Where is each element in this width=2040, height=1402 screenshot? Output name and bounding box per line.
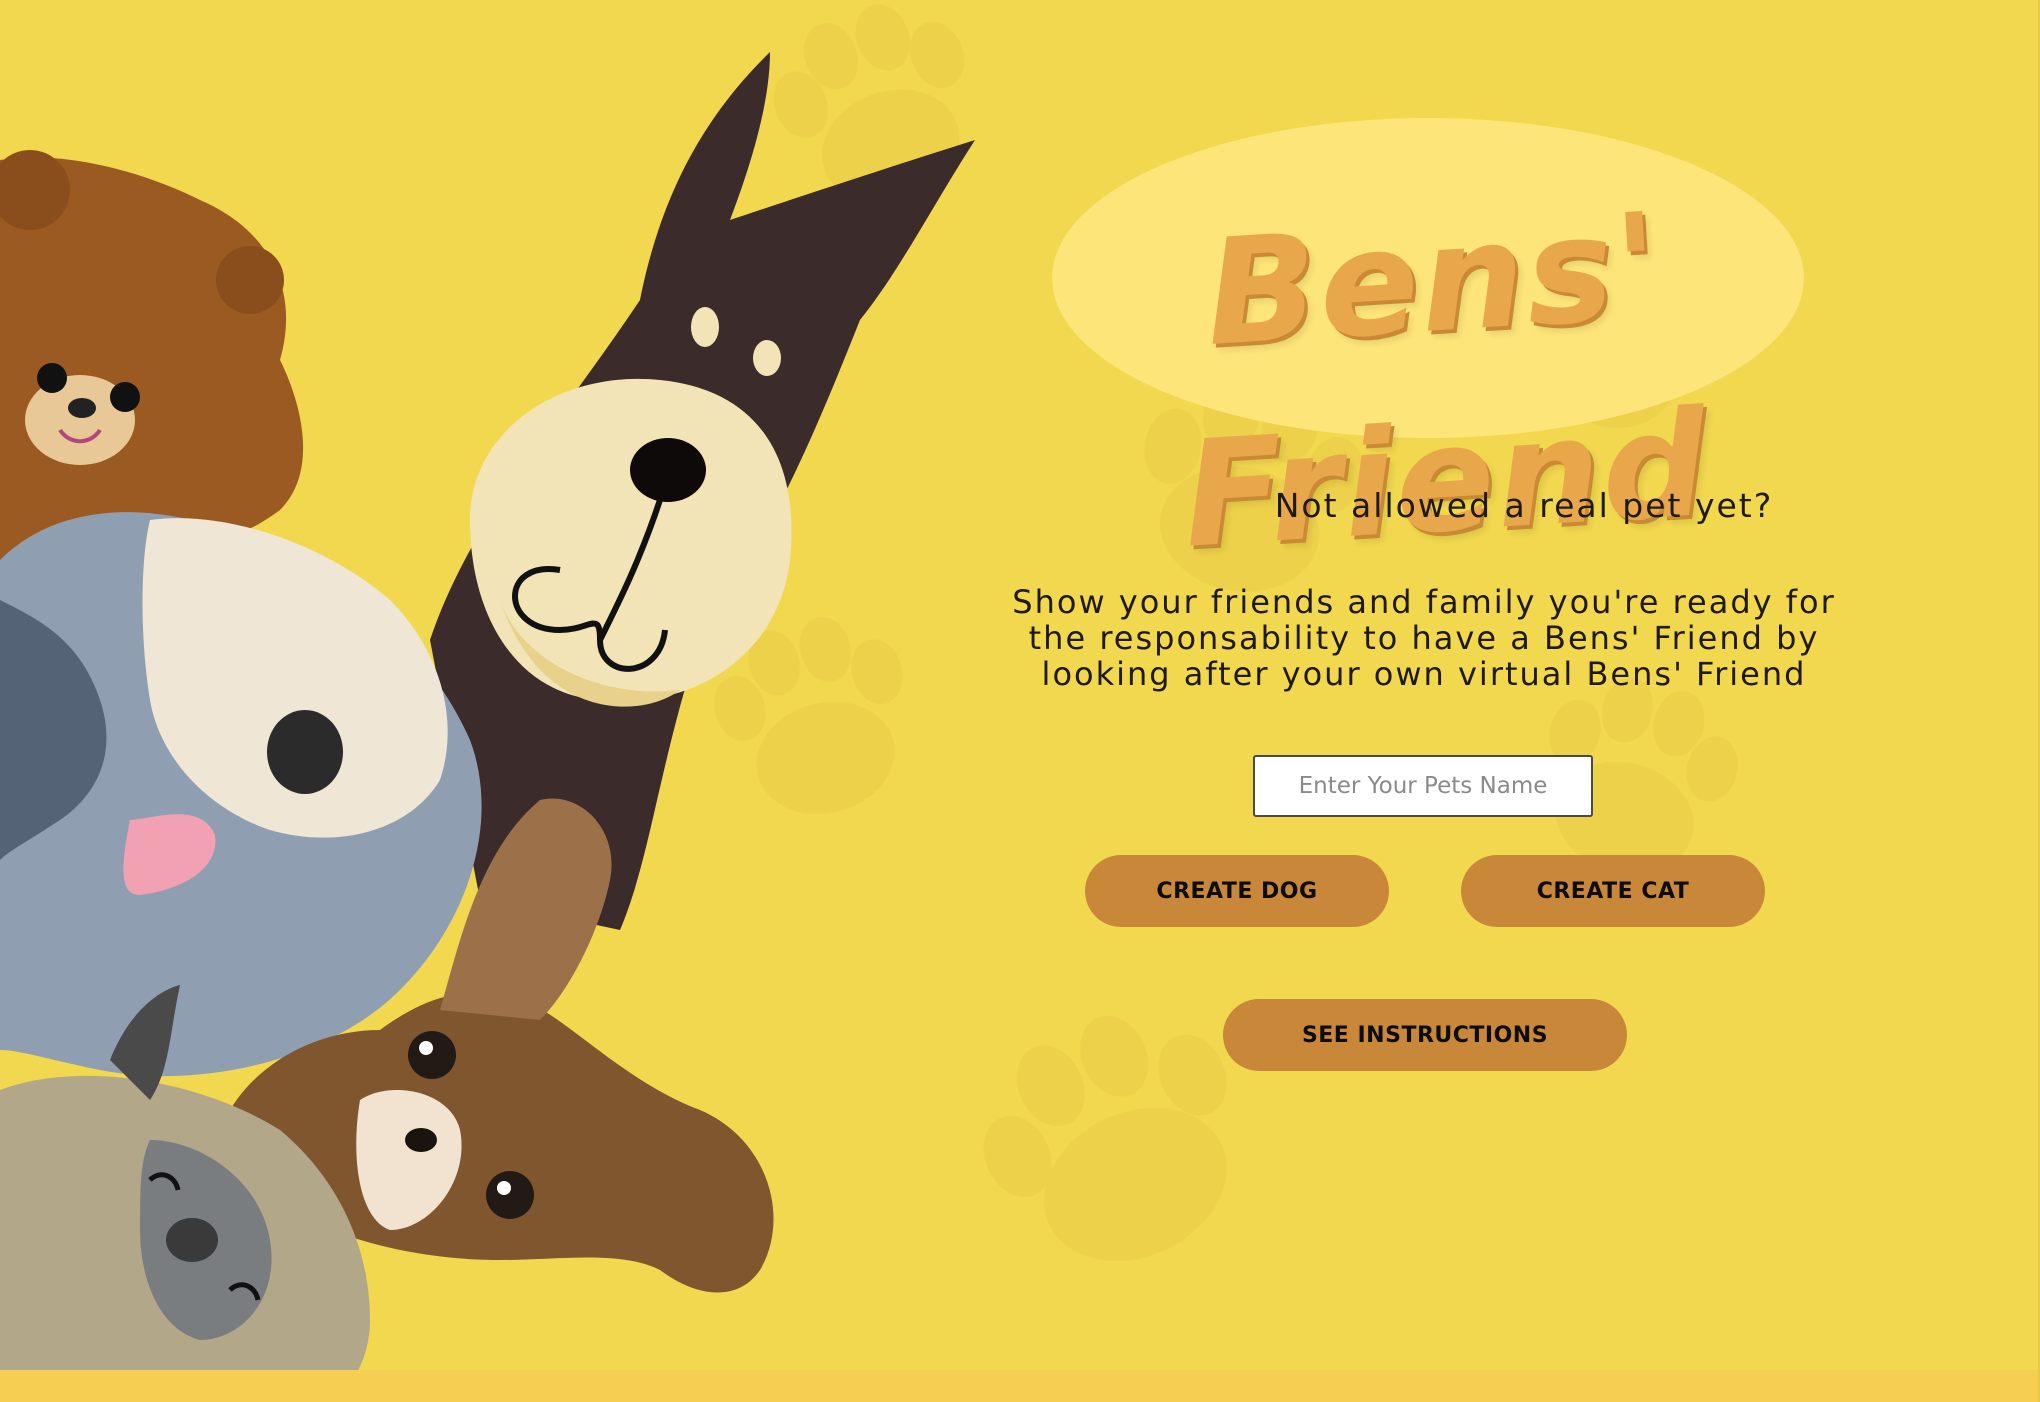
doberman-dog [430, 52, 975, 930]
create-cat-button[interactable]: CREATE CAT [1461, 855, 1765, 927]
title-container: Bens' Friend [1000, 180, 1880, 580]
description-line: looking after your own virtual Bens' Fri… [1041, 655, 1807, 693]
tagline: Not allowed a real pet yet? [1274, 486, 1774, 525]
description-line: the responsability to have a Bens' Frien… [1028, 619, 1820, 657]
page-title: Bens' Friend [1178, 181, 1714, 581]
grey-shaggy-dog [0, 512, 482, 1077]
description-line: Show your friends and family you're read… [1012, 583, 1836, 621]
create-dog-button[interactable]: CREATE DOG [1085, 855, 1389, 927]
see-instructions-button[interactable]: SEE INSTRUCTIONS [1223, 999, 1627, 1071]
bottom-strip [0, 1370, 2040, 1402]
description: Show your friends and family you're read… [1010, 584, 1838, 692]
pet-name-input[interactable] [1253, 755, 1593, 817]
